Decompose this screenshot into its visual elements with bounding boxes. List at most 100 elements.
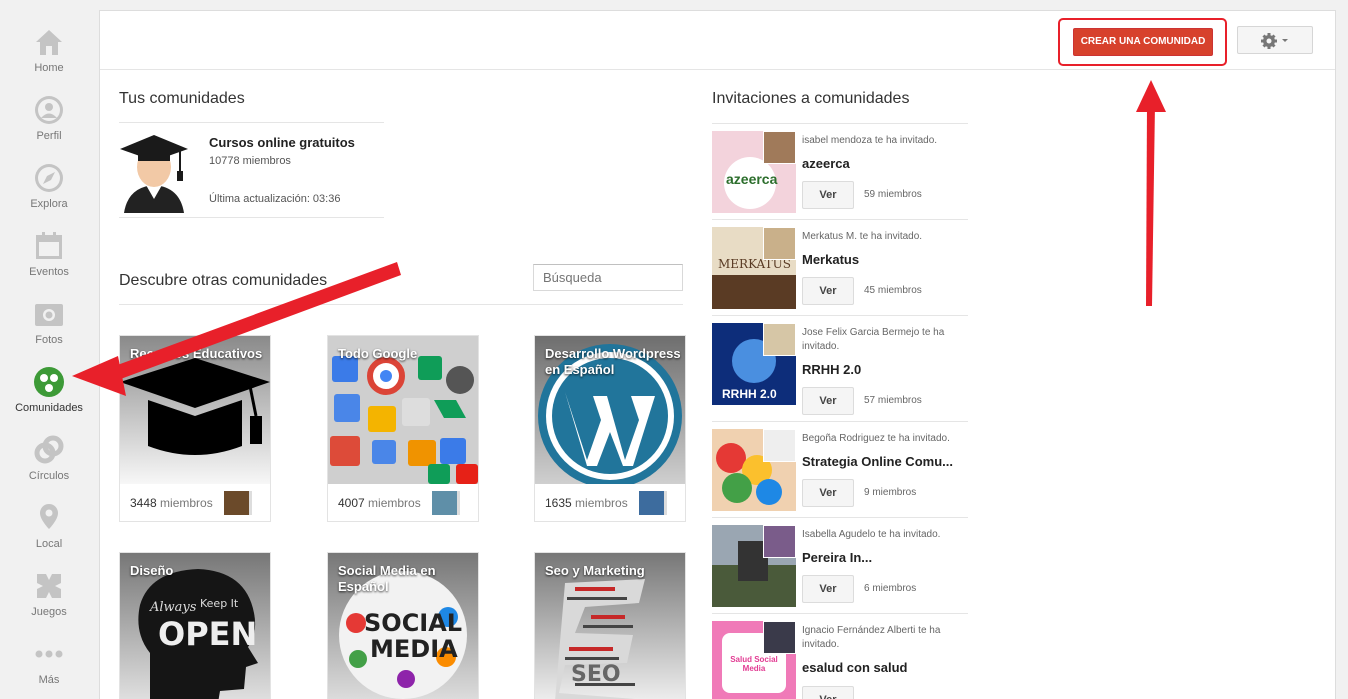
tile-title: Todo Google [338, 346, 418, 361]
nav-local-label: Local [35, 538, 63, 550]
tile-title: Diseño [130, 563, 174, 578]
graduate-avatar-icon [120, 135, 188, 213]
tile-image: SEO Seo y Marketing [535, 553, 685, 699]
tile-footer: 3448 miembros [120, 484, 270, 521]
settings-button[interactable] [1237, 26, 1313, 54]
nav-local[interactable]: Local [0, 503, 98, 571]
view-community-button[interactable]: Ver [802, 387, 854, 415]
nav-communities[interactable]: Comunidades [0, 367, 98, 435]
community-tile[interactable]: Recursos Educativos 3448 miembros [119, 335, 271, 522]
tile-image: SOCIAL MEDIA Social Media en Español [328, 553, 478, 699]
games-icon [37, 574, 61, 598]
my-communities-title: Tus comunidades [119, 90, 245, 107]
divider [119, 304, 683, 305]
tile-member-count: 4007 miembros [338, 496, 421, 510]
my-community-name[interactable]: Cursos online gratuitos [209, 135, 355, 150]
invitations-title: Invitaciones a comunidades [712, 90, 910, 107]
invited-community-members: 45 miembros [864, 285, 922, 296]
nav-circles-label: Círculos [28, 470, 70, 482]
view-community-button[interactable]: Ver [802, 686, 854, 699]
nav-games[interactable]: Juegos [0, 571, 98, 639]
inviter-text: isabel mendoza te ha invitado. [802, 135, 938, 146]
invited-community-name[interactable]: azeerca [802, 156, 850, 171]
community-search-input[interactable] [533, 264, 683, 291]
community-tile[interactable]: SEO Seo y Marketing [534, 552, 686, 699]
nav-games-label: Juegos [31, 606, 67, 618]
view-community-button[interactable]: Ver [802, 479, 854, 507]
communities-icon [34, 367, 64, 397]
community-tile[interactable]: Desarrollo Wordpress en Español 1635 mie… [534, 335, 686, 522]
tile-title: Desarrollo Wordpress en Español [545, 346, 681, 377]
salud-logo-text: Salud Social Media [730, 655, 778, 673]
discover-title: Descubre otras comunidades [119, 272, 328, 289]
tile-title: Social Media en Español [338, 563, 436, 594]
nav-more[interactable]: Más [0, 639, 98, 699]
nav-photos[interactable]: Fotos [0, 299, 98, 367]
keep-it-text: Keep It [200, 597, 239, 610]
view-community-button[interactable]: Ver [802, 277, 854, 305]
divider [119, 122, 384, 123]
inviter-text: Jose Felix Garcia Bermejo te ha invitado… [802, 327, 945, 352]
invitation-item: Isabella Agudelo te ha invitado. Pereira… [712, 517, 968, 613]
tile-image: Desarrollo Wordpress en Español [535, 336, 685, 484]
circles-icon [34, 435, 64, 464]
community-tile[interactable]: Todo Google 4007 miembros [327, 335, 479, 522]
inviter-text: Ignacio Fernández Alberti te ha invitado… [802, 625, 941, 650]
tile-footer: 1635 miembros [535, 484, 685, 521]
nav-profile[interactable]: Perfil [0, 95, 98, 163]
nav-explore[interactable]: Explora [0, 163, 98, 231]
tile-member-count: 3448 miembros [130, 496, 213, 510]
community-tile[interactable]: Always Keep It OPEN Diseño [119, 552, 271, 699]
community-tile[interactable]: SOCIAL MEDIA Social Media en Español [327, 552, 479, 699]
inviter-text: Merkatus M. te ha invitado. [802, 231, 923, 242]
tile-title: Recursos Educativos [130, 346, 263, 361]
nav-events-label: Eventos [29, 266, 69, 278]
tile-member-count: 1635 miembros [545, 496, 628, 510]
inviter-text: Isabella Agudelo te ha invitado. [802, 529, 941, 540]
invited-community-members: 59 miembros [864, 189, 922, 200]
tile-image: Todo Google [328, 336, 478, 484]
member-avatar [432, 491, 460, 515]
tile-image: Recursos Educativos [120, 336, 270, 484]
inviter-avatar [763, 227, 796, 260]
nav-circles[interactable]: Círculos [0, 435, 98, 503]
invited-community-name[interactable]: Merkatus [802, 252, 859, 267]
create-community-button[interactable]: CREAR UNA COMUNIDAD [1073, 28, 1213, 56]
invited-community-members: 57 miembros [864, 395, 922, 406]
invitation-item: RRHH 2.0 Jose Felix Garcia Bermejo te ha… [712, 315, 968, 415]
invitation-item: azeerca isabel mendoza te ha invitado. a… [712, 123, 968, 219]
view-community-button[interactable]: Ver [802, 575, 854, 603]
invited-community-members: 9 miembros [864, 487, 917, 498]
invited-community-name[interactable]: Strategia Online Comu... [802, 454, 953, 469]
communities-panel: CREAR UNA COMUNIDAD Tus comunidades Curs… [99, 10, 1336, 699]
home-icon [36, 30, 62, 55]
compass-icon [35, 164, 63, 192]
top-bar: CREAR UNA COMUNIDAD [100, 11, 1335, 70]
inviter-text: Begoña Rodriguez te ha invitado. [802, 433, 950, 444]
nav-events[interactable]: Eventos [0, 231, 98, 299]
open-text: OPEN [158, 615, 257, 653]
gear-icon [1261, 33, 1288, 49]
azeerca-logo-text: azeerca [726, 171, 778, 187]
invited-community-name[interactable]: RRHH 2.0 [802, 362, 861, 377]
rrhh-logo-text: RRHH 2.0 [722, 387, 777, 401]
invited-community-name[interactable]: esalud con salud [802, 660, 907, 675]
inviter-avatar [763, 323, 796, 356]
my-community-members: 10778 miembros [209, 155, 291, 167]
invitation-item: Salud Social Media Ignacio Fernández Alb… [712, 613, 968, 699]
member-avatar [224, 491, 252, 515]
location-pin-icon [40, 504, 58, 529]
view-community-button[interactable]: Ver [802, 181, 854, 209]
nav-home-label: Home [34, 62, 64, 74]
more-icon [35, 650, 63, 658]
calendar-icon [36, 232, 62, 259]
invited-community-name[interactable]: Pereira In... [802, 550, 872, 565]
my-community-last-update: Última actualización: 03:36 [209, 193, 341, 205]
nav-home[interactable]: Home [0, 27, 98, 95]
media-text: MEDIA [370, 635, 458, 663]
seo-text: SEO [571, 662, 621, 687]
inviter-avatar [763, 525, 796, 558]
tile-image: Always Keep It OPEN Diseño [120, 553, 270, 699]
nav-explore-label: Explora [30, 198, 68, 210]
divider [119, 217, 384, 218]
